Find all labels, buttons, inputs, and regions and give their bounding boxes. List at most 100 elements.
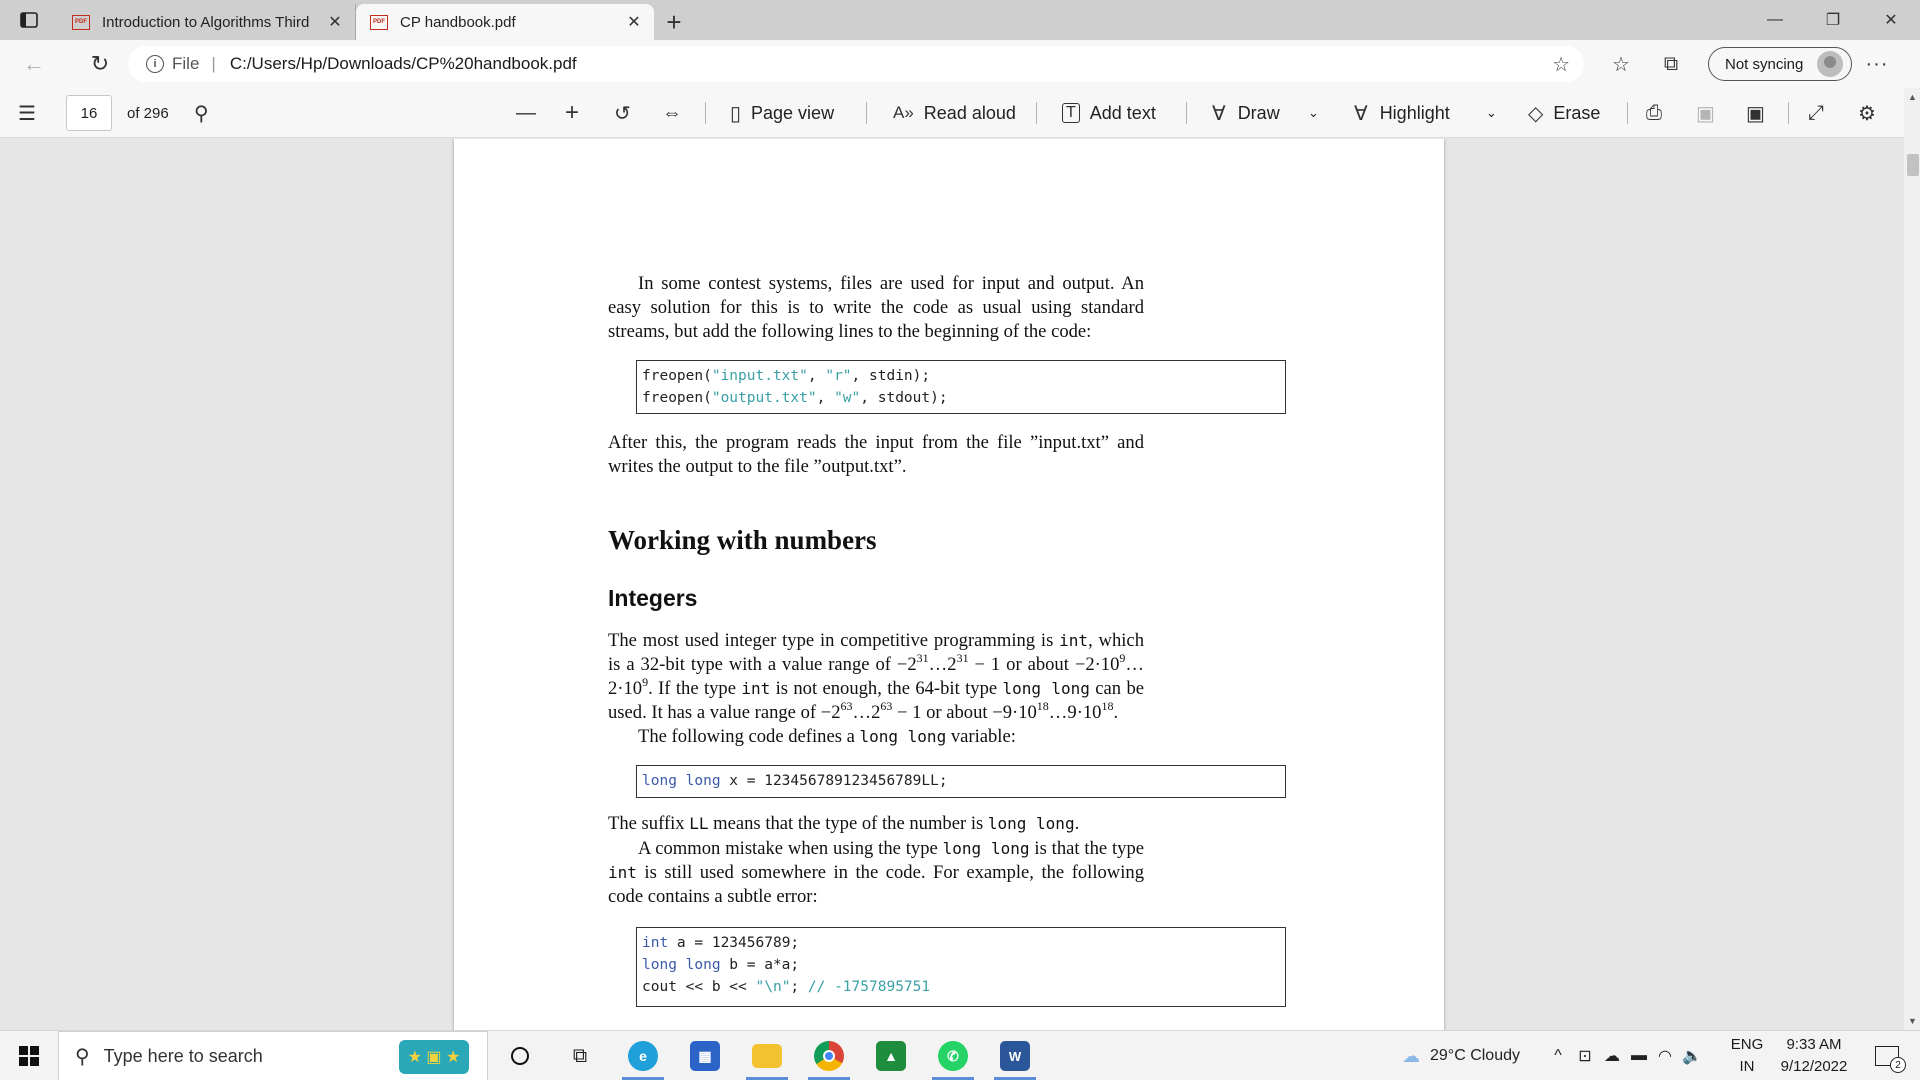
highlight-button[interactable]: ∀ Highlight — [1354, 88, 1450, 138]
avatar — [1817, 51, 1844, 77]
show-hidden-icons-button[interactable]: ^ — [1546, 1031, 1570, 1080]
draw-icon: ∀ — [1212, 102, 1226, 125]
code-text: , — [807, 368, 826, 384]
draw-options-dropdown[interactable]: ⌄ — [1308, 88, 1319, 138]
back-button[interactable]: ← — [10, 44, 58, 84]
toolbar-divider — [1788, 102, 1789, 124]
highlight-icon: ∀ — [1354, 102, 1368, 125]
scroll-up-arrow-icon[interactable]: ▲ — [1908, 92, 1917, 102]
page-view-button[interactable]: ▯ Page view — [730, 88, 834, 138]
printer-icon: ⎙ — [1646, 101, 1662, 124]
text: is that the type — [1029, 838, 1145, 859]
notification-icon: 2 — [1875, 1046, 1906, 1073]
highlight-options-dropdown[interactable]: ⌄ — [1486, 88, 1497, 138]
volume-button[interactable]: 🔈 — [1678, 1031, 1706, 1080]
inline-code: LL — [689, 814, 709, 833]
zoom-in-button[interactable]: + — [565, 88, 579, 138]
taskbar-classroom[interactable]: ▲ — [860, 1031, 922, 1080]
edge-icon: e — [628, 1041, 658, 1071]
tab-cp-handbook[interactable]: PDF CP handbook.pdf ✕ — [356, 4, 654, 40]
print-button[interactable]: ⎙ — [1646, 88, 1662, 138]
find-button[interactable]: ⚲ — [194, 88, 209, 138]
weather-widget[interactable]: ☁ 29°C Cloudy — [1386, 1031, 1536, 1080]
code-line: int a = 123456789; — [642, 932, 1280, 954]
start-button[interactable] — [0, 1031, 58, 1080]
exponent: 18 — [1101, 699, 1114, 713]
taskbar-chrome[interactable] — [798, 1031, 860, 1080]
clock[interactable]: 9:33 AM 9/12/2022 — [1774, 1031, 1854, 1080]
url-separator: | — [211, 54, 216, 73]
onedrive-button[interactable]: ☁ — [1598, 1031, 1626, 1080]
taskbar-whatsapp[interactable]: ✆ — [922, 1031, 984, 1080]
tab-actions-button[interactable] — [0, 0, 58, 40]
read-aloud-icon: A» — [893, 103, 914, 122]
scroll-down-arrow-icon[interactable]: ▼ — [1908, 1016, 1917, 1026]
battery-button[interactable]: ▬ — [1626, 1031, 1652, 1080]
plus-icon: + — [666, 6, 682, 37]
fit-width-button[interactable]: ⇔ — [662, 88, 682, 138]
tab-introduction-to-algorithms[interactable]: PDF Introduction to Algorithms Third ✕ — [58, 4, 356, 40]
profile-sync-button[interactable]: Not syncing — [1708, 47, 1852, 81]
collections-button[interactable]: ⧉ — [1646, 46, 1696, 82]
taskbar-store[interactable]: ▦ — [674, 1031, 736, 1080]
minimize-button[interactable]: — — [1746, 0, 1804, 40]
weather-text: 29°C Cloudy — [1430, 1047, 1520, 1064]
rotate-button[interactable]: ↺ — [614, 88, 631, 138]
pdf-page: In some contest systems, files are used … — [454, 139, 1444, 1030]
page-number-input[interactable]: 16 — [66, 95, 112, 131]
save-as-button[interactable]: ▣ — [1746, 88, 1765, 138]
scrollbar-thumb[interactable] — [1907, 154, 1919, 176]
clock-date: 9/12/2022 — [1780, 1058, 1848, 1075]
code-block-overflow: int a = 123456789; long long b = a*a; co… — [636, 927, 1286, 1007]
rotate-icon: ↺ — [614, 102, 631, 125]
exponent: 63 — [880, 699, 893, 713]
erase-button[interactable]: ◇ Erase — [1528, 88, 1600, 138]
task-view-button[interactable]: ⧉ — [550, 1031, 610, 1080]
settings-more-button[interactable]: ··· — [1852, 46, 1902, 82]
close-window-button[interactable]: ✕ — [1862, 0, 1920, 40]
language-indicator[interactable]: ENG IN — [1724, 1031, 1770, 1080]
vertical-scrollbar[interactable]: ▲ ▼ — [1904, 88, 1920, 1030]
cortana-button[interactable] — [490, 1031, 550, 1080]
full-screen-button[interactable]: ⤢ — [1808, 88, 1824, 138]
info-icon[interactable]: i — [146, 55, 164, 73]
taskbar-search-input[interactable]: ⚲ Type here to search ★ ▣ ★ — [58, 1031, 488, 1080]
draw-button[interactable]: ∀ Draw — [1212, 88, 1280, 138]
section-heading: Working with numbers — [608, 525, 877, 555]
refresh-button[interactable]: ↻ — [76, 44, 124, 84]
code-keyword: long long — [642, 773, 721, 789]
new-tab-button[interactable]: + — [654, 4, 694, 40]
text: means that the type of the number is — [708, 813, 988, 834]
eraser-icon: ◇ — [1528, 102, 1544, 125]
code-string: "\n" — [755, 979, 791, 995]
save-button[interactable]: ▣ — [1696, 88, 1715, 138]
search-highlight-icon[interactable]: ★ ▣ ★ — [399, 1040, 469, 1074]
meet-now-button[interactable]: ⊡ — [1572, 1031, 1598, 1080]
taskbar-word[interactable]: W — [984, 1031, 1046, 1080]
add-text-button[interactable]: T Add text — [1062, 88, 1156, 138]
wifi-button[interactable]: ◠ — [1652, 1031, 1678, 1080]
add-favorite-icon[interactable]: ☆ — [1552, 52, 1570, 77]
inline-code: long long — [987, 814, 1075, 833]
code-line: long long b = a*a; — [642, 954, 1280, 976]
notification-center-button[interactable]: 2 — [1864, 1031, 1910, 1080]
taskbar-file-explorer[interactable] — [736, 1031, 798, 1080]
zoom-out-button[interactable]: — — [516, 88, 536, 138]
tab-bar: PDF Introduction to Algorithms Third ✕ P… — [0, 0, 1920, 40]
close-tab-icon[interactable]: ✕ — [325, 12, 345, 32]
code-text: , stdin); — [851, 368, 931, 384]
favorites-button[interactable]: ☆ — [1596, 46, 1646, 82]
contents-button[interactable]: ☰ — [18, 88, 36, 138]
taskbar-edge[interactable]: e — [612, 1031, 674, 1080]
code-string: "input.txt" — [711, 368, 808, 384]
pdf-file-icon: PDF — [370, 14, 388, 30]
close-tab-icon[interactable]: ✕ — [624, 12, 644, 32]
document-viewport[interactable]: In some contest systems, files are used … — [0, 139, 1904, 1030]
restore-button[interactable]: ❐ — [1804, 0, 1862, 40]
url-field[interactable]: i File | C:/Users/Hp/Downloads/CP%20hand… — [128, 46, 1584, 82]
read-aloud-button[interactable]: A» Read aloud — [893, 88, 1016, 138]
favorites-icon: ☆ — [1612, 53, 1630, 76]
code-text: x = 123456789123456789LL; — [720, 773, 948, 789]
inline-code: long long — [859, 727, 947, 746]
pdf-settings-button[interactable]: ⚙ — [1858, 88, 1876, 138]
